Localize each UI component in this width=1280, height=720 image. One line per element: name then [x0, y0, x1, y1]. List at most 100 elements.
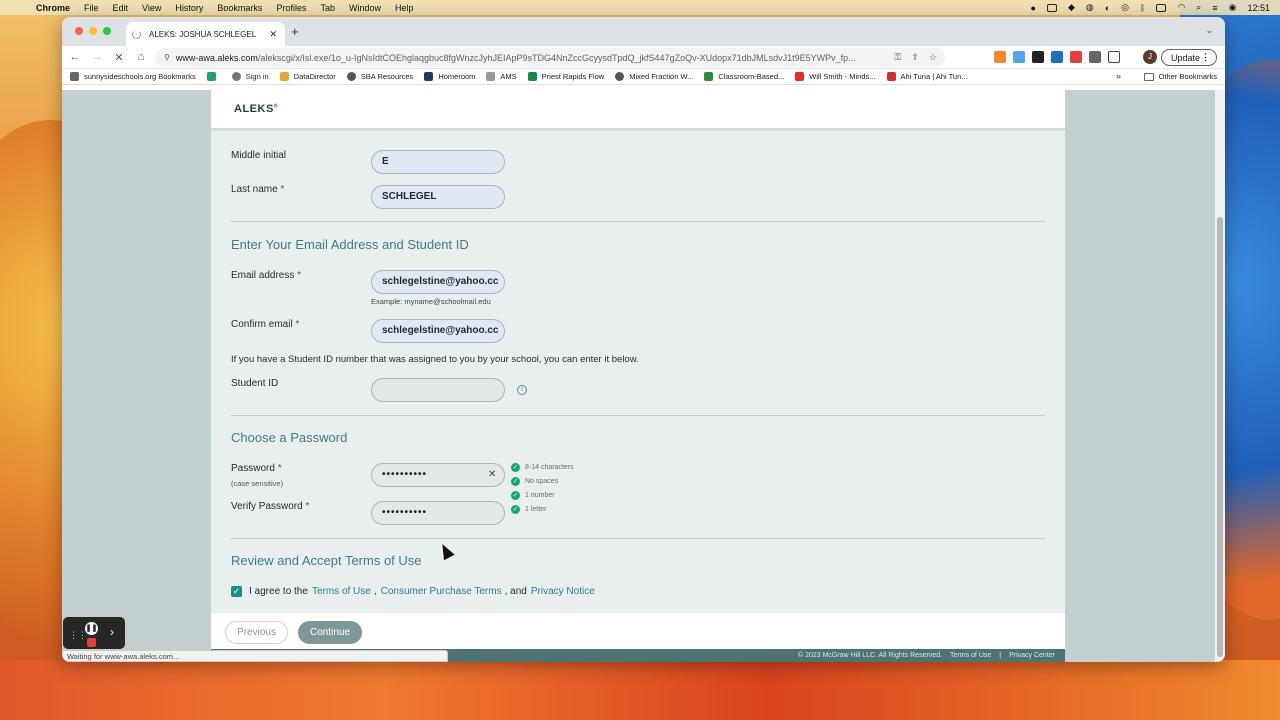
other-bookmarks-folder[interactable]: Other Bookmarks [1143, 72, 1217, 81]
screen-icon[interactable] [1046, 3, 1057, 12]
forward-button[interactable]: → [86, 51, 108, 63]
previous-button[interactable]: Previous [225, 621, 288, 644]
email-label: Email address * [231, 270, 302, 281]
menubar-clock[interactable]: 12:51 [1247, 3, 1270, 13]
key-icon[interactable]: ⚿ [895, 52, 902, 63]
shield-icon[interactable]: ◐ [1105, 3, 1110, 13]
bookmark-star-icon[interactable]: ☆ [929, 52, 937, 63]
expand-recorder-button[interactable]: › [110, 625, 114, 639]
wifi-icon[interactable]: ◠ [1177, 2, 1185, 13]
bookmark-item[interactable]: Ahi Tuna | Ahi Tun... [886, 72, 968, 81]
extension-orange-icon[interactable] [994, 51, 1006, 63]
bookmarks-overflow-icon[interactable]: » [1116, 71, 1121, 81]
user-icon[interactable]: ◎ [1121, 2, 1129, 13]
omnibox-actions: ⚿ ⇪ ☆ [895, 52, 937, 63]
update-button[interactable]: Update ⋮ [1161, 49, 1217, 66]
middle-initial-label: Middle initial [231, 150, 287, 161]
header-bar: ALEKS® [211, 90, 1065, 131]
menu-help[interactable]: Help [395, 3, 414, 13]
extension-screen-icon[interactable] [1051, 51, 1063, 63]
consumer-purchase-terms-link[interactable]: Consumer Purchase Terms [381, 586, 502, 597]
terms-of-use-link[interactable]: Terms of Use [312, 586, 371, 597]
more-menu-icon[interactable]: ⋮ [1201, 52, 1210, 63]
verify-password-input[interactable]: •••••••••• [371, 501, 505, 525]
bookmark-item[interactable]: Homeroom [424, 72, 475, 81]
middle-initial-input[interactable]: E [371, 150, 505, 174]
menu-history[interactable]: History [175, 3, 203, 13]
menu-profiles[interactable]: Profiles [276, 3, 306, 13]
verify-password-label: Verify Password * [231, 501, 310, 512]
globe-icon[interactable]: ◍ [1086, 2, 1094, 13]
drag-handle-icon[interactable]: ⋮⋮ [69, 630, 87, 641]
terms-agreement: ✓ I agree to the Terms of Use, Consumer … [231, 586, 595, 597]
stop-recording-button[interactable] [87, 638, 96, 647]
close-window-button[interactable] [75, 27, 83, 35]
email-example-hint: Example: myname@schoolmail.edu [371, 297, 491, 306]
bookmark-item[interactable]: AMS [486, 72, 517, 81]
site-info-icon[interactable]: ⚲ [164, 53, 170, 62]
minimize-window-button[interactable] [89, 27, 97, 35]
password-input[interactable]: •••••••••• [371, 463, 505, 487]
last-name-input[interactable]: SCHLEGEL [371, 185, 505, 209]
close-tab-icon[interactable]: ✕ [269, 29, 277, 40]
menu-window[interactable]: Window [349, 3, 381, 13]
menu-tab[interactable]: Tab [320, 3, 335, 13]
student-id-input[interactable] [371, 378, 505, 402]
address-bar[interactable]: ⚲ www-awa.aleks.com /alekscgi/x/Isl.exe/… [155, 48, 945, 67]
bookmark-item[interactable]: Priest Rapids Flow [527, 72, 604, 81]
zoom-window-button[interactable] [103, 27, 111, 35]
agree-checkbox[interactable]: ✓ [231, 586, 242, 597]
tab-search-chevron-icon[interactable]: ⌄ [1205, 25, 1213, 36]
bluetooth-icon[interactable]: ᛒ [1140, 3, 1145, 13]
privacy-notice-link[interactable]: Privacy Notice [531, 586, 595, 597]
menu-bookmarks[interactable]: Bookmarks [217, 3, 262, 13]
clear-password-icon[interactable]: ✕ [488, 469, 496, 480]
copyright-text: © 2023 McGraw Hill LLC. All Rights Reser… [797, 652, 943, 659]
menu-file[interactable]: File [84, 3, 99, 13]
confirm-email-input[interactable]: schlegelstine@yahoo.cc [371, 319, 505, 343]
bookmark-item[interactable]: Sign in [231, 72, 269, 81]
stop-loading-button[interactable]: ✕ [108, 51, 130, 64]
search-icon[interactable]: ⌕ [1196, 2, 1201, 13]
new-tab-button[interactable]: + [291, 24, 299, 39]
footer-privacy-link[interactable]: Privacy Center [1009, 652, 1055, 659]
extension-black-icon[interactable] [1032, 51, 1044, 63]
side-panel-icon[interactable] [1108, 51, 1120, 63]
footer-terms-link[interactable]: Terms of Use [950, 652, 991, 659]
extensions-area [994, 51, 1120, 63]
menu-app-name[interactable]: Chrome [36, 3, 70, 13]
extension-blue-icon[interactable] [1013, 51, 1025, 63]
browser-tab[interactable]: ALEKS: JOSHUA SCHLEGEL ✕ [126, 22, 285, 46]
loading-spinner-icon [132, 29, 141, 39]
microphone-icon[interactable]: ● [1031, 3, 1036, 13]
extensions-puzzle-icon[interactable] [1089, 51, 1101, 63]
battery-icon[interactable] [1156, 3, 1167, 12]
password-section-title: Choose a Password [231, 430, 348, 445]
info-icon[interactable]: i [517, 385, 527, 395]
terms-section-title: Review and Accept Terms of Use [231, 553, 422, 568]
profile-avatar[interactable]: J [1143, 50, 1157, 64]
email-input[interactable]: schlegelstine@yahoo.cc [371, 270, 505, 294]
bookmark-item[interactable]: DataDirector [279, 72, 336, 81]
home-button[interactable]: ⌂ [130, 51, 152, 63]
bookmark-item[interactable]: Mixed Fraction W... [615, 72, 693, 81]
bookmark-item[interactable]: Will Smith - Minds... [795, 72, 876, 81]
bookmark-item[interactable]: Classroom-Based... [704, 72, 784, 81]
extension-red-icon[interactable] [1070, 51, 1082, 63]
pause-recording-button[interactable]: ❚❚ [85, 622, 98, 635]
menu-edit[interactable]: Edit [113, 3, 129, 13]
continue-button[interactable]: Continue [298, 621, 362, 644]
control-center-icon[interactable]: ≡ [1212, 3, 1217, 13]
password-rule: ✓ 1 letter [511, 505, 547, 514]
bookmark-item[interactable] [206, 72, 221, 81]
extension-icon[interactable]: ◆ [1068, 2, 1075, 13]
menu-view[interactable]: View [142, 3, 161, 13]
aleks-logo: ALEKS® [234, 103, 278, 115]
scrollbar-thumb[interactable] [1217, 217, 1223, 657]
page-scrollbar[interactable] [1215, 90, 1225, 662]
back-button[interactable]: ← [64, 51, 86, 63]
bookmark-item[interactable]: SBA Resources [346, 72, 413, 81]
bookmark-item[interactable]: sunnysideschools.org Bookmarks [70, 72, 196, 81]
share-icon[interactable]: ⇪ [911, 52, 919, 63]
siri-icon[interactable]: ◉ [1229, 2, 1237, 13]
